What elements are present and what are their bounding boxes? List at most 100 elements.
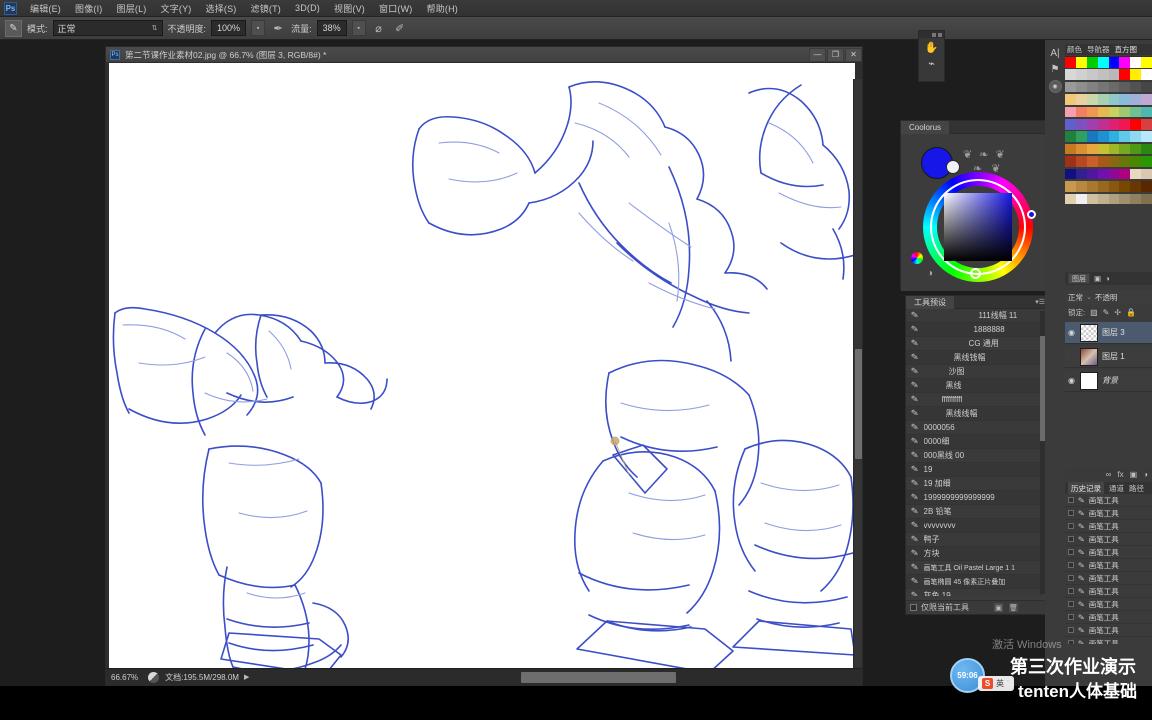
layer-row-1[interactable]: 图层 1 <box>1065 346 1152 368</box>
layers-tab-dropdown[interactable]: 图层 <box>1068 273 1090 284</box>
color-swatch[interactable] <box>1065 106 1076 118</box>
menu-item-select[interactable]: 选择(S) <box>199 0 244 17</box>
color-swatch[interactable] <box>1065 193 1076 205</box>
brush-flag-icon[interactable]: ⚑ <box>1051 64 1060 75</box>
harmony-mono-icon[interactable]: ❦ <box>963 148 972 161</box>
ime-language-mode[interactable]: 英 <box>996 678 1004 689</box>
tab-channels[interactable]: 通道 <box>1109 483 1124 494</box>
color-swatch[interactable] <box>1086 168 1098 180</box>
history-snapshot-checkbox[interactable] <box>1068 588 1074 594</box>
list-item[interactable]: ✎ 画笔椭圆 45 像素正片叠加 <box>906 575 1042 589</box>
layer-row-3[interactable]: ◉ 图层 3 <box>1065 322 1152 344</box>
color-swatch[interactable] <box>1141 143 1152 155</box>
color-swatch[interactable] <box>1097 81 1109 93</box>
layer-blend-mode[interactable]: 正常 <box>1068 292 1083 303</box>
zoom-level[interactable]: 66.67% <box>106 673 142 682</box>
color-swatch[interactable] <box>1097 94 1109 105</box>
lock-transparent-icon[interactable]: ▨ <box>1090 308 1098 317</box>
list-item[interactable]: ✎ 方块 <box>906 547 1042 561</box>
color-swatch[interactable] <box>1119 181 1131 192</box>
color-swatch[interactable] <box>1108 156 1120 167</box>
color-swatch[interactable] <box>1086 131 1098 142</box>
menu-item-window[interactable]: 窗口(W) <box>372 0 420 17</box>
eyedropper-small-icon[interactable]: ◑ <box>927 268 933 279</box>
minimize-button[interactable]: — <box>809 47 826 62</box>
color-swatch[interactable] <box>1141 106 1152 118</box>
color-swatch[interactable] <box>1097 69 1109 80</box>
list-item[interactable]: ✎ 画笔工具 <box>1065 572 1152 585</box>
color-swatch[interactable] <box>1086 94 1098 105</box>
hand-tool-icon[interactable]: ✋ <box>925 43 939 54</box>
list-item[interactable]: ✎ 黑线线幅 <box>906 407 1042 421</box>
fx-icon[interactable]: fx <box>1117 470 1123 479</box>
color-swatch[interactable] <box>1075 81 1087 93</box>
lock-all-icon[interactable]: 🔒 <box>1126 308 1136 317</box>
color-swatch[interactable] <box>1108 57 1120 68</box>
color-swatch[interactable] <box>1097 143 1109 155</box>
list-item[interactable]: ✎ 画笔工具 <box>1065 546 1152 559</box>
color-swatch[interactable] <box>1097 57 1109 68</box>
sv-selection-marker[interactable] <box>1027 210 1036 219</box>
color-swatch[interactable] <box>1065 119 1076 130</box>
list-item[interactable]: ✎ ffffffffff <box>906 393 1042 407</box>
color-swatch[interactable] <box>1065 131 1076 142</box>
color-swatch[interactable] <box>1119 69 1131 80</box>
color-swatch[interactable] <box>1086 143 1098 155</box>
new-preset-button[interactable]: ▣ <box>993 602 1004 613</box>
color-swatch[interactable] <box>1141 181 1152 192</box>
color-swatch[interactable] <box>1141 57 1152 68</box>
color-swatch[interactable] <box>1086 69 1098 80</box>
swatches-panel[interactable] <box>1065 56 1152 206</box>
color-swatch[interactable] <box>1119 81 1131 93</box>
opacity-pressure-toggle[interactable]: ▪ <box>251 20 266 36</box>
color-swatch[interactable] <box>1065 168 1076 180</box>
color-swatch[interactable] <box>1086 193 1098 205</box>
color-swatch[interactable] <box>1097 106 1109 118</box>
blend-mode-dropdown[interactable]: 正常 ⇅ <box>52 20 163 36</box>
color-swatch[interactable] <box>1097 193 1109 205</box>
color-swatch[interactable] <box>1130 119 1142 130</box>
canvas-sheet[interactable] <box>109 63 855 669</box>
list-item[interactable]: ✎ 画笔工具 <box>1065 624 1152 637</box>
history-snapshot-checkbox[interactable] <box>1068 614 1074 620</box>
tab-navigator[interactable]: 导航器 <box>1087 44 1110 55</box>
color-wheel[interactable] <box>923 172 1036 282</box>
color-swatch[interactable] <box>1097 168 1109 180</box>
mask-icon[interactable]: ▣ <box>1130 470 1138 479</box>
list-item[interactable]: ✎ 111线幅 11 <box>906 309 1042 323</box>
menu-item-type[interactable]: 文字(Y) <box>154 0 199 17</box>
airbrush-icon[interactable]: ✒ <box>270 20 286 36</box>
menu-item-image[interactable]: 图像(I) <box>68 0 110 17</box>
color-wheel-icon[interactable] <box>911 252 923 264</box>
list-item[interactable]: ✎ 黑线钱幅 <box>906 351 1042 365</box>
history-entries-list[interactable]: ✎ 画笔工具 ✎ 画笔工具 ✎ 画笔工具 ✎ 画笔工具 ✎ 画笔工具 ✎ 画笔工具 ✎ 画笔工… <box>1065 494 1152 644</box>
tab-coolorus[interactable]: Coolorus <box>901 120 950 134</box>
color-swatch[interactable] <box>1075 106 1087 118</box>
list-item[interactable]: ✎ 画笔工具 <box>1065 507 1152 520</box>
color-swatch[interactable] <box>1075 57 1087 68</box>
menu-item-edit[interactable]: 编辑(E) <box>23 0 68 17</box>
color-swatch[interactable] <box>1119 131 1131 142</box>
color-swatch[interactable] <box>1119 168 1131 180</box>
color-swatch[interactable] <box>1108 119 1120 130</box>
color-swatch[interactable] <box>1130 81 1142 93</box>
list-item[interactable]: ✎ 画笔工具 <box>1065 585 1152 598</box>
list-item[interactable]: ✎ 画笔工具 <box>1065 533 1152 546</box>
color-swatch[interactable] <box>1141 156 1152 167</box>
color-swatch[interactable] <box>1065 57 1076 68</box>
list-item[interactable]: ✎ 1888888 <box>906 323 1042 337</box>
color-swatch[interactable] <box>1119 106 1131 118</box>
list-item[interactable]: ✎ 画笔工具 <box>1065 611 1152 624</box>
color-swatch[interactable] <box>1108 181 1120 192</box>
color-swatch[interactable] <box>1075 193 1087 205</box>
color-swatch[interactable] <box>1119 94 1131 105</box>
color-swatch[interactable] <box>1065 69 1076 80</box>
list-item[interactable]: ✎ 1999999999999999 <box>906 491 1042 505</box>
list-item[interactable]: ✎ 沙图 <box>906 365 1042 379</box>
color-swatch[interactable] <box>1075 168 1087 180</box>
list-item[interactable]: ✎ 000黑线 00 <box>906 449 1042 463</box>
color-swatch[interactable] <box>1141 69 1152 80</box>
saturation-value-square[interactable] <box>944 193 1036 261</box>
color-swatch[interactable] <box>1141 193 1152 205</box>
lock-position-icon[interactable]: ✢ <box>1114 308 1121 317</box>
